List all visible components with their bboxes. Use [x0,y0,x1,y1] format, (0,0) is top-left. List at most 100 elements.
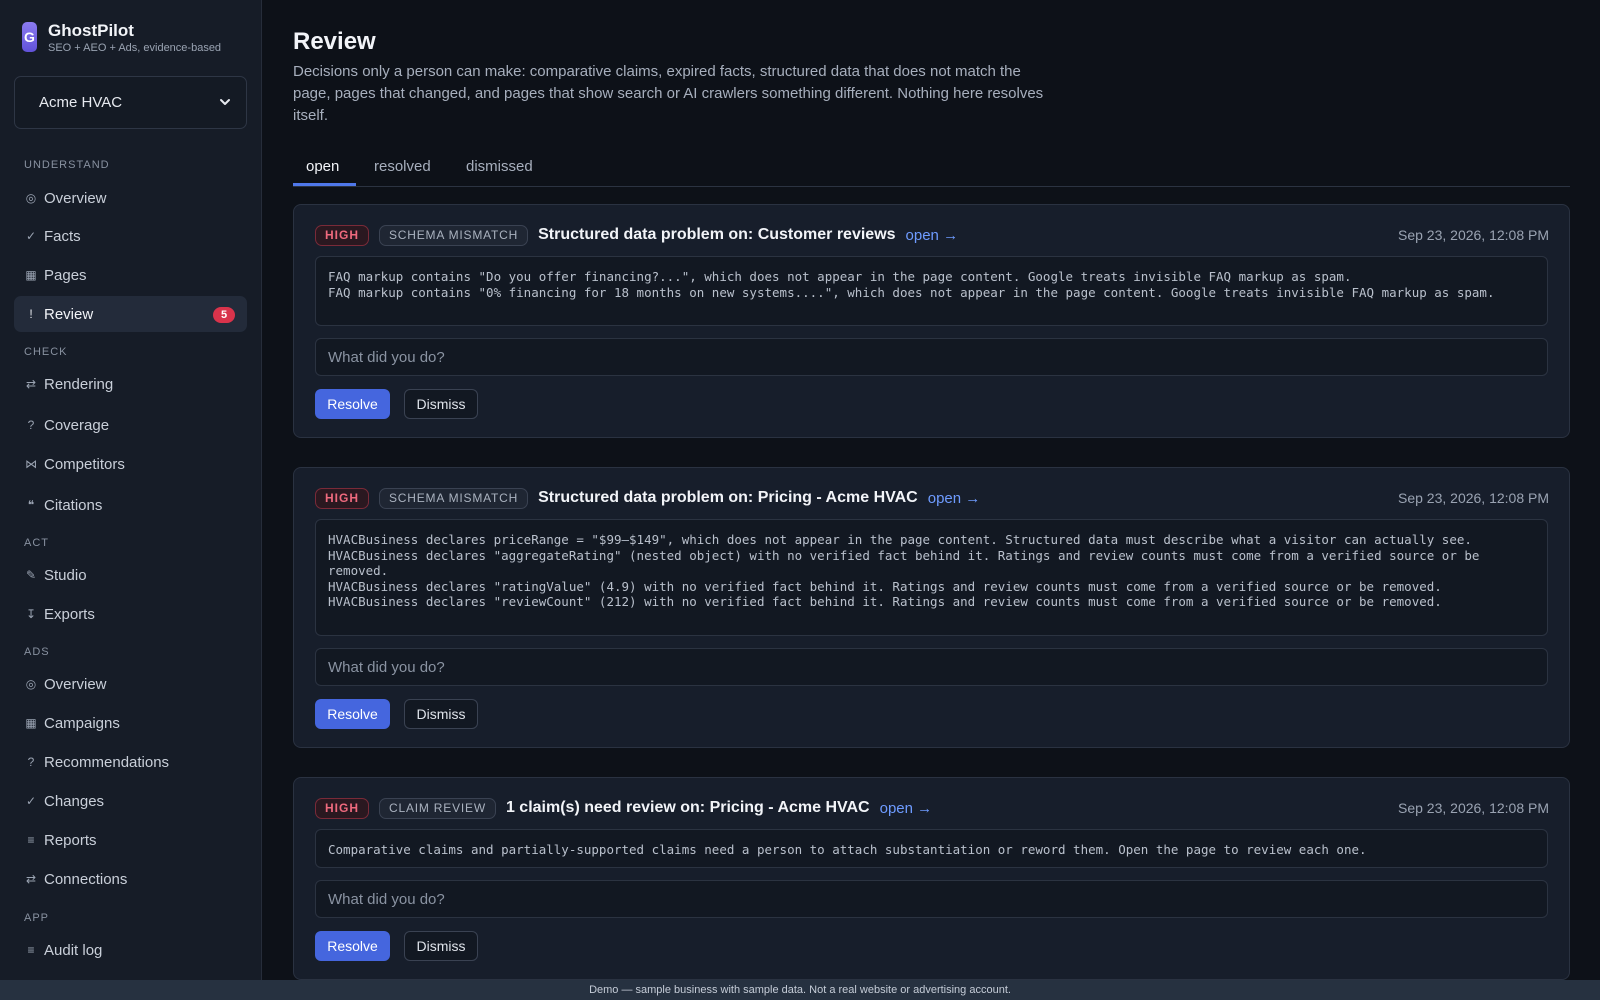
dismiss-button[interactable]: Dismiss [404,389,478,419]
sidebar-item-review[interactable]: ! Review 5 [14,296,247,332]
swap-icon: ⇄ [25,872,37,886]
review-card-title: 1 claim(s) need review on: Pricing - Acm… [505,799,870,816]
sidebar-item-reports[interactable]: ≡ Reports [14,822,247,858]
sidebar-item-studio[interactable]: ✎ Studio [14,557,247,593]
chevron-down-icon [220,99,230,105]
review-card: HIGH SCHEMA MISMATCH Structured data pro… [293,467,1570,748]
demo-banner: Demo — sample business with sample data.… [0,980,1600,1000]
sidebar-item-recommendations[interactable]: ? Recommendations [14,744,247,780]
sidebar-item-label: Overview [44,675,107,693]
tab-resolved[interactable]: resolved [374,158,431,175]
open-page-link[interactable]: open → [880,800,933,817]
active-tab-indicator [293,183,356,186]
resolution-note-input[interactable] [315,880,1548,918]
sidebar-item-label: Connections [44,870,128,888]
sidebar-item-ads-overview[interactable]: ◎ Overview [14,666,247,702]
nav-section-app: APP [24,912,50,924]
question-icon: ? [27,755,35,769]
tab-open[interactable]: open [306,158,339,175]
sidebar-item-label: Changes [44,792,105,810]
resolution-note-input[interactable] [315,648,1548,686]
review-card: HIGH SCHEMA MISMATCH Structured data pro… [293,204,1570,438]
sidebar-item-label: Campaigns [44,714,120,732]
sidebar-item-label: Overview [44,189,107,207]
site-selector-value: Acme HVAC [39,94,123,111]
review-card-timestamp: Sep 23, 2026, 12:08 PM [1398,490,1549,506]
sidebar-item-audit-log[interactable]: ≡ Audit log [14,932,247,968]
nav-section-act: ACT [24,537,49,549]
quote-icon: ❝ [27,498,35,512]
severity-badge: HIGH [315,797,369,819]
sidebar-item-pages[interactable]: ▦ Pages [14,257,247,293]
sidebar-item-facts[interactable]: ✓ Facts [14,218,247,254]
sidebar-item-campaigns[interactable]: ▦ Campaigns [14,705,247,741]
review-card-title: Structured data problem on: Customer rev… [538,226,896,243]
alert-icon: ! [29,307,33,321]
sidebar-item-overview[interactable]: ◎ Overview [14,180,247,216]
sidebar-item-coverage[interactable]: ? Coverage [14,407,247,443]
campaigns-icon: ▦ [25,716,37,730]
sidebar-item-label: Citations [44,496,103,514]
evidence-box: HVACBusiness declares priceRange = "$99–… [315,519,1548,636]
sidebar-item-exports[interactable]: ↧ Exports [14,596,247,632]
logo-icon: G [22,22,37,52]
resolve-button[interactable]: Resolve [315,931,390,961]
resolve-button[interactable]: Resolve [315,699,390,729]
tab-dismissed[interactable]: dismissed [466,158,533,175]
sidebar-item-label: Review [44,305,94,323]
sidebar-item-label: Competitors [44,455,125,473]
site-selector[interactable]: Acme HVAC [14,76,247,129]
review-card: HIGH CLAIM REVIEW 1 claim(s) need review… [293,777,1570,980]
sidebar-item-citations[interactable]: ❝ Citations [14,487,247,523]
sidebar-item-label: Facts [44,227,81,245]
sidebar-item-label: Studio [44,566,87,584]
resolution-note-input[interactable] [315,338,1548,376]
check-icon: ✓ [25,229,37,243]
download-icon: ↧ [25,607,37,621]
kind-badge: SCHEMA MISMATCH [379,487,529,509]
sidebar-item-label: Reports [44,831,97,849]
sidebar-item-connections[interactable]: ⇄ Connections [14,861,247,897]
sidebar-item-changes[interactable]: ✓ Changes [14,783,247,819]
sidebar-item-label: Recommendations [44,753,170,771]
kind-badge: CLAIM REVIEW [379,797,496,819]
brand-tagline: SEO + AEO + Ads, evidence-based [48,42,222,54]
kind-badge: SCHEMA MISMATCH [379,224,529,246]
open-page-link[interactable]: open → [906,227,959,244]
severity-badge: HIGH [315,224,369,246]
sidebar-item-label: Audit log [44,941,103,959]
sidebar-item-rendering[interactable]: ⇄ Rendering [14,366,247,402]
sidebar-item-label: Exports [44,605,95,623]
review-card-timestamp: Sep 23, 2026, 12:08 PM [1398,800,1549,816]
review-card-timestamp: Sep 23, 2026, 12:08 PM [1398,227,1549,243]
review-count-badge: 5 [213,307,235,323]
resolve-button[interactable]: Resolve [315,389,390,419]
review-card-header: HIGH CLAIM REVIEW 1 claim(s) need review… [315,797,932,819]
open-page-link[interactable]: open → [928,490,981,507]
brand[interactable]: G GhostPilot SEO + AEO + Ads, evidence-b… [22,21,221,55]
dismiss-button[interactable]: Dismiss [404,931,478,961]
evidence-box: FAQ markup contains "Do you offer financ… [315,256,1548,326]
sidebar: G GhostPilot SEO + AEO + Ads, evidence-b… [0,0,262,980]
pencil-icon: ✎ [25,568,37,582]
review-card-header: HIGH SCHEMA MISMATCH Structured data pro… [315,224,958,246]
sidebar-item-label: Coverage [44,416,110,434]
sidebar-item-competitors[interactable]: ⋈ Competitors [14,446,247,482]
tab-bar: open resolved dismissed [293,150,1570,187]
swap-icon: ⇄ [25,377,37,391]
question-icon: ? [27,418,35,432]
check-icon: ✓ [25,794,37,808]
nav-section-check: CHECK [24,346,68,358]
bowtie-icon: ⋈ [25,457,37,471]
review-card-header: HIGH SCHEMA MISMATCH Structured data pro… [315,487,980,509]
severity-badge: HIGH [315,487,369,509]
sidebar-item-label: Rendering [44,375,114,393]
overview-icon: ◎ [25,677,37,691]
page-description: Decisions only a person can make: compar… [293,63,1044,124]
dismiss-button[interactable]: Dismiss [404,699,478,729]
overview-icon: ◎ [25,191,37,205]
nav-section-ads: ADS [24,646,50,658]
list-icon: ≡ [27,833,35,847]
evidence-box: Comparative claims and partially-support… [315,829,1548,868]
pages-icon: ▦ [25,268,37,282]
